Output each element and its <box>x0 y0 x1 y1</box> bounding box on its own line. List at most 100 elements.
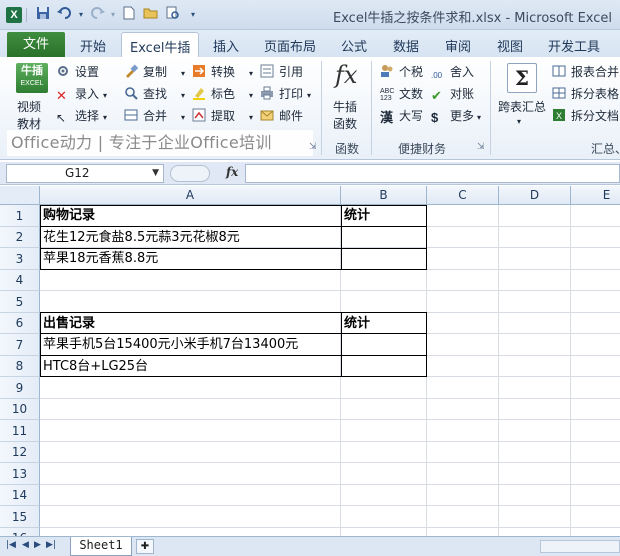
cell-c15[interactable] <box>427 506 499 528</box>
tab-excel-niucha[interactable]: Excel牛插 <box>121 32 200 58</box>
cell-e4[interactable] <box>571 270 620 291</box>
cell-a11[interactable] <box>40 420 341 442</box>
row-header-11[interactable]: 11 <box>0 420 40 442</box>
cell-a1[interactable]: 购物记录 <box>40 205 341 227</box>
cell-d3[interactable] <box>499 248 571 270</box>
cell-d6[interactable] <box>499 313 571 334</box>
report-merge-button[interactable]: 报表合并 <box>552 63 619 80</box>
extract-button[interactable]: 提取 ▾ <box>192 107 253 124</box>
cell-b7[interactable] <box>341 334 427 356</box>
func-label-bottom[interactable]: 函数 <box>333 115 357 132</box>
cell-b15[interactable] <box>341 506 427 528</box>
cell-a12[interactable] <box>40 442 341 463</box>
print-button[interactable]: 打印 ▾ <box>260 85 311 102</box>
mail-button[interactable]: 邮件 <box>260 107 303 124</box>
cell-d7[interactable] <box>499 334 571 356</box>
cell-d16[interactable] <box>499 528 571 536</box>
cell-e3[interactable] <box>571 248 620 270</box>
column-header-a[interactable]: A <box>40 186 341 205</box>
row-header-1[interactable]: 1 <box>0 205 40 227</box>
cell-b1[interactable]: 统计 <box>341 205 427 227</box>
cell-d8[interactable] <box>499 356 571 377</box>
cell-e11[interactable] <box>571 420 620 442</box>
cell-e13[interactable] <box>571 463 620 485</box>
settings-button[interactable]: 设置 <box>56 63 99 80</box>
row-header-7[interactable]: 7 <box>0 334 40 356</box>
cell-c14[interactable] <box>427 485 499 506</box>
cell-a9[interactable] <box>40 377 341 399</box>
new-document-icon[interactable] <box>120 6 138 24</box>
cell-d13[interactable] <box>499 463 571 485</box>
rounding-button[interactable]: .00 舍入 <box>431 63 474 85</box>
cell-e2[interactable] <box>571 227 620 248</box>
cell-d2[interactable] <box>499 227 571 248</box>
print-preview-icon[interactable] <box>164 6 182 24</box>
cell-d5[interactable] <box>499 291 571 313</box>
cell-d14[interactable] <box>499 485 571 506</box>
cell-c5[interactable] <box>427 291 499 313</box>
cell-b16[interactable] <box>341 528 427 536</box>
cross-sheet-summary-label[interactable]: 跨表汇总 <box>498 98 546 115</box>
row-header-3[interactable]: 3 <box>0 248 40 270</box>
cell-c13[interactable] <box>427 463 499 485</box>
row-header-2[interactable]: 2 <box>0 227 40 248</box>
cell-b9[interactable] <box>341 377 427 399</box>
last-sheet-icon[interactable]: ▶| <box>46 540 56 550</box>
tab-formulas[interactable]: 公式 <box>341 36 367 55</box>
cell-c6[interactable] <box>427 313 499 334</box>
first-sheet-icon[interactable]: |◀ <box>6 540 16 550</box>
tab-view[interactable]: 视图 <box>497 36 523 55</box>
cell-a15[interactable] <box>40 506 341 528</box>
reference-button[interactable]: 引用 <box>260 63 303 80</box>
cell-b3[interactable] <box>341 248 427 270</box>
cell-b11[interactable] <box>341 420 427 442</box>
cell-c16[interactable] <box>427 528 499 536</box>
cell-e15[interactable] <box>571 506 620 528</box>
cell-d12[interactable] <box>499 442 571 463</box>
convert-button[interactable]: 转换 ▾ <box>192 63 253 80</box>
select-button[interactable]: ↖ 选择 ▾ <box>56 107 107 125</box>
excel-app-icon[interactable]: X <box>6 7 22 23</box>
spreadsheet-grid[interactable]: A B C D E 1 购物记录 统计 2 花生12元食盐8.5元蒜3元花椒8元 3 苹果1… <box>0 186 620 536</box>
cell-b10[interactable] <box>341 399 427 420</box>
prev-sheet-icon[interactable]: ◀ <box>22 540 29 550</box>
fx-function-icon[interactable]: fx <box>335 61 357 89</box>
dialog-launcher-icon[interactable]: ⇲ <box>477 142 485 152</box>
cell-a2[interactable]: 花生12元食盐8.5元蒜3元花椒8元 <box>40 227 341 248</box>
cell-c11[interactable] <box>427 420 499 442</box>
cell-b14[interactable] <box>341 485 427 506</box>
cell-c2[interactable] <box>427 227 499 248</box>
cell-e16[interactable] <box>571 528 620 536</box>
cell-e7[interactable] <box>571 334 620 356</box>
split-document-button[interactable]: X 拆分文档 <box>552 107 619 124</box>
cell-a14[interactable] <box>40 485 341 506</box>
row-header-16[interactable]: 16 <box>0 528 40 536</box>
column-header-c[interactable]: C <box>427 186 499 205</box>
color-mark-button[interactable]: 标色 ▾ <box>192 85 253 102</box>
row-header-5[interactable]: 5 <box>0 291 40 313</box>
row-header-15[interactable]: 15 <box>0 506 40 528</box>
cell-b4[interactable] <box>341 270 427 291</box>
column-header-b[interactable]: B <box>341 186 427 205</box>
uppercase-button[interactable]: 漢大写 <box>380 107 423 126</box>
formula-controls[interactable] <box>170 165 210 182</box>
customize-toolbar-icon[interactable]: ▾ <box>184 6 202 24</box>
cell-b2[interactable] <box>341 227 427 248</box>
open-folder-icon[interactable] <box>142 6 160 24</box>
save-icon[interactable] <box>34 6 52 24</box>
cell-e8[interactable] <box>571 356 620 377</box>
niucha-logo-icon[interactable]: 牛插 EXCEL <box>16 63 48 93</box>
cell-e10[interactable] <box>571 399 620 420</box>
cell-d4[interactable] <box>499 270 571 291</box>
cell-b12[interactable] <box>341 442 427 463</box>
cell-a10[interactable] <box>40 399 341 420</box>
cell-e12[interactable] <box>571 442 620 463</box>
cell-a3[interactable]: 苹果18元香蕉8.8元 <box>40 248 341 270</box>
tab-developer[interactable]: 开发工具 <box>548 36 600 55</box>
row-header-10[interactable]: 10 <box>0 399 40 420</box>
select-all-corner[interactable] <box>0 186 40 205</box>
row-header-8[interactable]: 8 <box>0 356 40 377</box>
sigma-summary-icon[interactable]: Σ <box>507 63 537 93</box>
tab-file[interactable]: 文件 <box>7 32 65 57</box>
cell-b8[interactable] <box>341 356 427 377</box>
